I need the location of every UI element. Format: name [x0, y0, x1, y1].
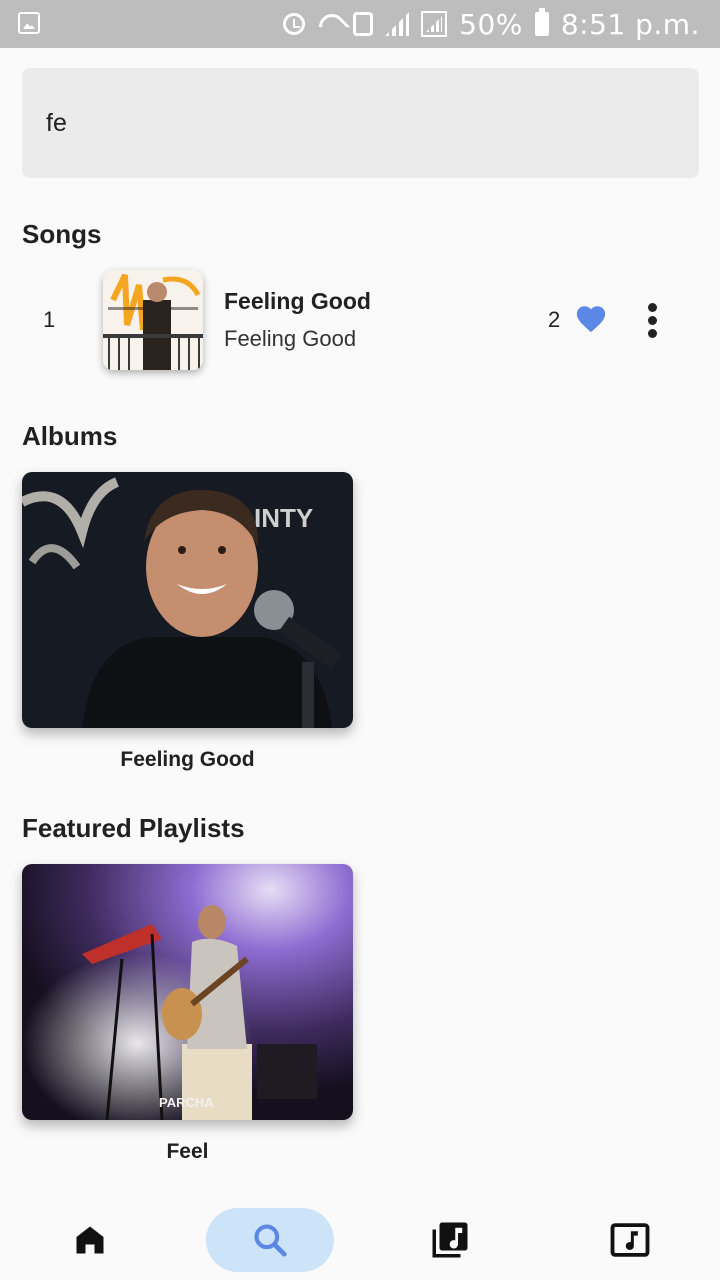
song-artist: Feeling Good — [224, 326, 357, 351]
gallery-icon — [18, 12, 40, 34]
playlist-name[interactable]: Feel — [22, 1140, 353, 1164]
playlist-image-text: PARCHA — [159, 1095, 214, 1110]
clock: 8:51 p.m. — [560, 7, 700, 41]
home-icon — [76, 1226, 104, 1254]
heart-icon[interactable] — [574, 302, 608, 336]
search-icon — [254, 1224, 287, 1257]
nav-player[interactable] — [596, 1208, 664, 1272]
search-field[interactable] — [22, 68, 699, 178]
nav-home[interactable] — [56, 1208, 124, 1272]
search-input[interactable] — [46, 68, 666, 178]
more-options-icon[interactable] — [638, 300, 668, 340]
albums-section-title: Albums — [22, 421, 118, 451]
signal-icon — [385, 12, 410, 36]
status-bar: 50% 8:51 p.m. — [0, 0, 720, 48]
like-count: 2 — [548, 307, 561, 332]
playlists-section-title: Featured Playlists — [22, 813, 245, 843]
playlist-card-image[interactable]: PARCHA — [22, 864, 353, 1120]
album-card-image[interactable]: INTY — [22, 472, 353, 728]
songs-section-title: Songs — [22, 219, 102, 249]
data-saver-icon — [353, 12, 374, 36]
alarm-icon — [283, 13, 306, 35]
battery-icon — [534, 8, 549, 36]
song-title: Feeling Good — [224, 288, 371, 314]
song-row[interactable]: 1 Feeling Good Feeling Good 2 — [0, 262, 720, 378]
battery-percent: 50% — [459, 7, 523, 41]
nav-search[interactable] — [206, 1208, 334, 1272]
signal-2-icon — [421, 11, 448, 37]
library-music-icon — [432, 1222, 468, 1258]
album-name[interactable]: Feeling Good — [22, 748, 353, 772]
svg-text:INTY: INTY — [254, 503, 313, 533]
song-index: 1 — [43, 307, 56, 332]
music-note-icon — [610, 1223, 650, 1257]
nav-library[interactable] — [416, 1208, 484, 1272]
wifi-icon — [317, 12, 341, 36]
song-cover-image[interactable] — [103, 270, 203, 370]
bottom-nav — [0, 1200, 720, 1280]
